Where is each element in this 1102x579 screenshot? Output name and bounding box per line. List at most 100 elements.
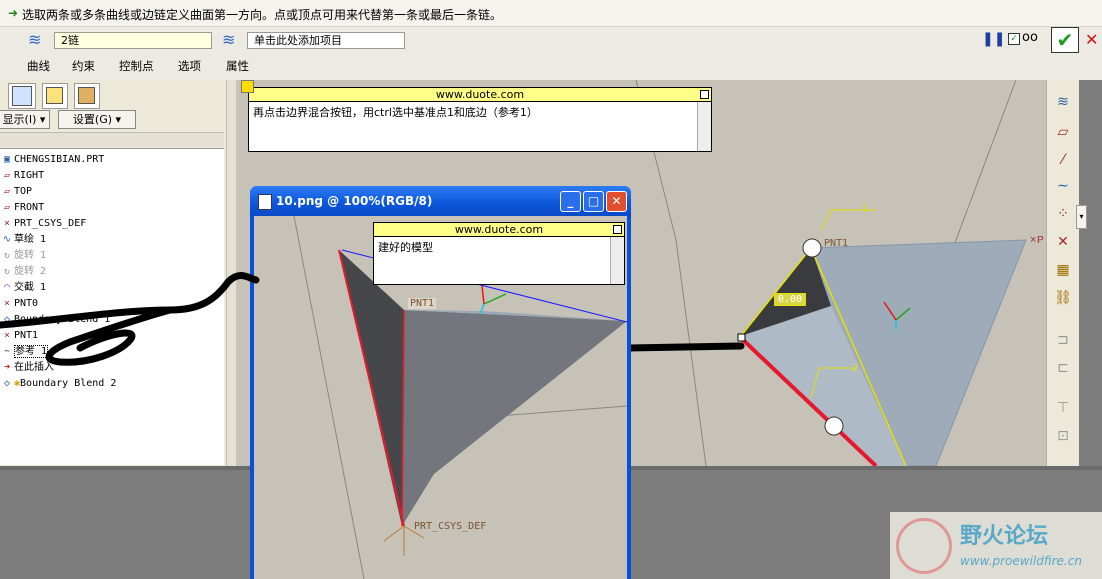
watermark-url: www.proewildfire.cn xyxy=(960,554,1082,568)
analysis-tool-icon[interactable]: ▦ xyxy=(1053,260,1073,280)
second-direction-icon[interactable]: ≋ xyxy=(222,30,235,49)
leader-1 xyxy=(820,209,876,231)
ok-button[interactable]: ✔ xyxy=(1051,27,1079,53)
note-scrollbar[interactable] xyxy=(610,237,624,284)
logo-icon xyxy=(896,518,952,574)
tree-item-revolve-1[interactable]: ↻ 旋转 1 xyxy=(0,248,46,264)
extend-tool-icon[interactable]: ⊡ xyxy=(1053,426,1073,446)
note-body: 再点击边界混合按钮，用ctrl选中基准点1和底边（参考1） xyxy=(253,106,538,119)
prompt-text: 选取两条或多条曲线或边链定义曲面第一方向。点或顶点可用来代替第一条或最后一条链。 xyxy=(22,8,503,22)
note-title: www.duote.com xyxy=(374,223,624,237)
datum-point-icon: × xyxy=(1030,234,1036,246)
datum-point-tool-icon[interactable]: ⁘ xyxy=(1053,204,1073,224)
tab-curves[interactable]: 曲线 xyxy=(27,58,50,74)
datum-plane-tool-icon[interactable]: ▱ xyxy=(1053,122,1073,142)
csys-label: PRT_CSYS_DEF xyxy=(414,521,487,532)
image-window-title: 10.png @ 100%(RGB/8) xyxy=(276,194,433,208)
minimize-button[interactable]: _ xyxy=(560,191,581,212)
csys-axis xyxy=(383,525,405,542)
cancel-icon[interactable]: ✕ xyxy=(1085,30,1098,49)
note-title-text: www.duote.com xyxy=(435,88,525,101)
vertex-handle[interactable] xyxy=(737,333,746,342)
datum-axis-tool-icon[interactable]: ⁄ xyxy=(1053,150,1073,170)
message-bar: ➜ 选取两条或多条曲线或边链定义曲面第一方向。点或顶点可用来代替第一条或最后一条… xyxy=(0,0,1102,27)
axis-triad-icon xyxy=(483,293,507,305)
datum-toolbar: ≋ ▱ ⁄ ∼ ⁘ ✕ ▦ ⛓ ⊐ ⊏ ⊤ ⊡ xyxy=(1046,80,1079,466)
maximize-button[interactable]: □ xyxy=(583,191,604,212)
tab-control-points[interactable]: 控制点 xyxy=(119,58,154,74)
chain-tool-icon[interactable]: ⛓ xyxy=(1053,288,1073,308)
document-icon xyxy=(258,194,272,210)
tree-item-csys[interactable]: ⨯ PRT_CSYS_DEF xyxy=(0,216,86,232)
tree-item-part[interactable]: ▣ CHENGSIBIAN.PRT xyxy=(0,152,104,168)
tree-item-top[interactable]: ▱ TOP xyxy=(0,184,32,200)
trim-tool-icon[interactable]: ⊤ xyxy=(1053,398,1073,418)
note-title-text: www.duote.com xyxy=(454,223,544,236)
image-window-titlebar[interactable]: 10.png @ 100%(RGB/8) _ □ ✕ xyxy=(250,186,631,216)
datum-curve-tool-icon[interactable]: ∼ xyxy=(1053,176,1073,196)
note-anchor-icon xyxy=(241,80,254,93)
settings-label: 设置(G) xyxy=(72,113,113,126)
toolbar-flyout-arrow[interactable]: ▾ xyxy=(1076,205,1087,229)
csys-tool-icon[interactable]: ✕ xyxy=(1053,232,1073,252)
folder-icon xyxy=(46,87,63,104)
note-body: 建好的模型 xyxy=(378,241,433,254)
tab-properties[interactable]: 属性 xyxy=(226,58,249,74)
tree-item-front[interactable]: ▱ FRONT xyxy=(0,200,44,216)
chain-label-2: 2 xyxy=(852,363,858,374)
tab-constraints[interactable]: 约束 xyxy=(72,58,95,74)
model-tree-icon xyxy=(12,86,32,106)
note-close-button[interactable] xyxy=(613,225,622,234)
tree-header xyxy=(0,132,224,147)
point-handle[interactable] xyxy=(802,238,822,258)
show-label: 显示(I) xyxy=(2,113,37,126)
chevron-down-icon: ▾ xyxy=(112,113,122,126)
prompt-arrow-icon: ➜ xyxy=(8,6,19,20)
dimension-value[interactable]: 0.00 xyxy=(774,293,807,306)
tree-item-label: CHENGSIBIAN.PRT xyxy=(14,154,105,165)
chevron-down-icon: ▾ xyxy=(36,113,46,126)
tree-item-right[interactable]: ▱ RIGHT xyxy=(0,168,44,184)
preview-checkbox[interactable]: ✓ xyxy=(1008,33,1020,45)
point-handle[interactable] xyxy=(824,416,844,436)
datum-plane-icon: ▱ xyxy=(3,202,11,213)
note-scrollbar[interactable] xyxy=(697,102,711,151)
close-button[interactable]: ✕ xyxy=(606,191,627,212)
pause-icon[interactable]: ❚❚ xyxy=(982,31,1005,47)
tree-item-label: 草绘 1 xyxy=(14,234,47,245)
settings-dropdown[interactable]: 设置(G) ▾ xyxy=(58,110,136,129)
first-direction-icon[interactable]: ≋ xyxy=(28,30,41,49)
pnt1-label: PNT1 xyxy=(824,238,849,249)
chain-label-1: 1 xyxy=(862,203,868,214)
note-popup-window: www.duote.com 建好的模型 xyxy=(373,222,625,285)
revolve-icon: ↻ xyxy=(3,250,11,261)
merge-tool-icon[interactable]: ⊏ xyxy=(1053,358,1073,378)
note-popup-main: www.duote.com 再点击边界混合按钮，用ctrl选中基准点1和底边（参… xyxy=(248,87,712,152)
watermark: 野火论坛 www.proewildfire.cn xyxy=(890,512,1102,579)
axis-triad-icon xyxy=(481,285,485,305)
tree-item-label: FRONT xyxy=(14,202,45,213)
note-title: www.duote.com xyxy=(249,88,711,102)
tree-item-sketch[interactable]: ∿ 草绘 1 xyxy=(0,232,46,248)
mirror-tool-icon[interactable]: ⊐ xyxy=(1053,330,1073,350)
show-dropdown[interactable]: 显示(I) ▾ xyxy=(0,110,50,129)
tree-item-label: PRT_CSYS_DEF xyxy=(14,218,87,229)
tree-item-label: 旋转 1 xyxy=(14,250,47,261)
datum-plane-icon: ▱ xyxy=(3,170,11,181)
note-close-button[interactable] xyxy=(700,90,709,99)
boundary-blend-dashboard: ➜ 选取两条或多条曲线或边链定义曲面第一方向。点或顶点可用来代替第一条或最后一条… xyxy=(0,0,1102,80)
glasses-icon[interactable]: oo xyxy=(1022,30,1038,45)
first-direction-field[interactable]: 2链 xyxy=(54,32,212,49)
favorites-icon xyxy=(78,87,95,104)
tree-item-label: TOP xyxy=(14,186,33,197)
part-icon: ▣ xyxy=(3,154,11,165)
tree-item-label: RIGHT xyxy=(14,170,45,181)
second-direction-field[interactable]: 单击此处添加项目 xyxy=(247,32,405,49)
tab-options[interactable]: 选项 xyxy=(178,58,201,74)
annotation-stroke xyxy=(0,272,260,366)
annotation-stroke xyxy=(624,342,745,352)
csys-icon: ⨯ xyxy=(3,218,11,229)
pnt1-label: PNT1 xyxy=(408,298,437,309)
sketch-tool-icon[interactable]: ≋ xyxy=(1053,92,1073,112)
datum-plane-icon: ▱ xyxy=(3,186,11,197)
